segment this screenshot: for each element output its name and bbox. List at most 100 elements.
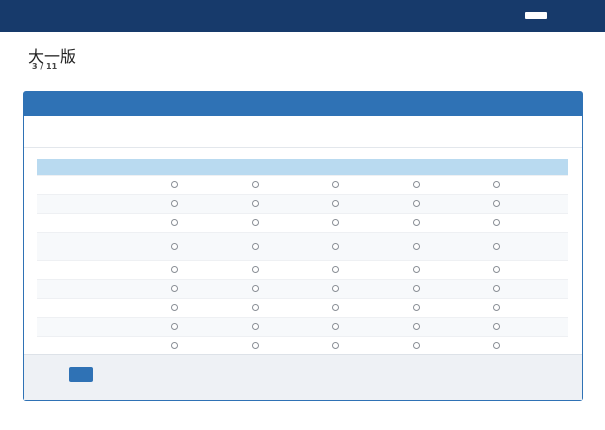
radio-circle-icon[interactable] <box>493 219 501 226</box>
option-cell <box>326 316 407 336</box>
radio-circle-icon[interactable] <box>493 304 501 311</box>
user-name-block <box>525 12 547 19</box>
radio-circle-icon[interactable] <box>332 285 340 292</box>
table-row <box>37 316 568 336</box>
progress-indicator: 3 / 11 <box>28 62 57 71</box>
radio-circle-icon[interactable] <box>171 285 178 292</box>
column-header <box>165 159 246 175</box>
radio-circle-icon[interactable] <box>412 285 420 292</box>
option-cell <box>326 174 407 194</box>
option-cell <box>165 316 246 336</box>
radio-circle-icon[interactable] <box>412 181 420 188</box>
radio-circle-icon[interactable] <box>251 266 259 273</box>
panel-header <box>24 92 582 116</box>
option-cell <box>165 278 246 298</box>
option-cell <box>487 259 568 279</box>
radio-circle-icon[interactable] <box>493 242 501 250</box>
radio-circle-icon[interactable] <box>332 323 340 330</box>
option-cell <box>165 212 246 232</box>
radio-circle-icon[interactable] <box>493 323 501 330</box>
option-cell <box>406 335 488 355</box>
row-label <box>37 297 165 317</box>
radio-circle-icon[interactable] <box>171 266 178 273</box>
radio-circle-icon[interactable] <box>412 242 420 250</box>
table-row <box>37 231 568 260</box>
option-cell <box>245 212 327 232</box>
radio-circle-icon[interactable] <box>332 266 340 273</box>
radio-circle-icon[interactable] <box>332 342 340 350</box>
option-cell <box>165 335 246 355</box>
option-cell <box>487 278 568 298</box>
option-cell <box>406 297 488 317</box>
radio-circle-icon[interactable] <box>412 219 420 226</box>
row-label <box>37 174 165 194</box>
next-button[interactable] <box>69 367 93 382</box>
option-cell <box>487 193 568 213</box>
row-label <box>37 278 165 298</box>
option-cell <box>245 335 327 355</box>
option-cell <box>406 316 488 336</box>
radio-circle-icon[interactable] <box>493 266 501 273</box>
radio-circle-icon[interactable] <box>251 285 259 292</box>
option-cell <box>245 231 327 260</box>
radio-circle-icon[interactable] <box>251 200 259 207</box>
option-cell <box>245 316 327 336</box>
option-cell <box>326 297 407 317</box>
radio-circle-icon[interactable] <box>171 219 178 226</box>
option-cell <box>326 278 407 298</box>
option-cell <box>165 174 246 194</box>
panel-footer <box>24 354 582 400</box>
radio-circle-icon[interactable] <box>171 181 178 188</box>
radio-circle-icon[interactable] <box>171 323 178 330</box>
row-label <box>37 212 165 232</box>
option-cell <box>245 174 327 194</box>
radio-circle-icon[interactable] <box>332 242 340 250</box>
option-cell <box>406 231 488 260</box>
radio-circle-icon[interactable] <box>251 323 259 330</box>
radio-circle-icon[interactable] <box>171 304 178 311</box>
row-label <box>37 259 165 279</box>
row-label <box>37 316 165 336</box>
radio-circle-icon[interactable] <box>412 323 420 330</box>
radio-circle-icon[interactable] <box>251 304 259 311</box>
radio-circle-icon[interactable] <box>171 200 178 207</box>
option-cell <box>406 278 488 298</box>
radio-circle-icon[interactable] <box>412 342 420 350</box>
radio-circle-icon[interactable] <box>251 219 259 226</box>
radio-circle-icon[interactable] <box>171 242 178 250</box>
option-cell <box>245 193 327 213</box>
row-label <box>37 193 165 213</box>
table-row <box>37 297 568 317</box>
option-cell <box>245 297 327 317</box>
radio-circle-icon[interactable] <box>493 200 501 207</box>
table-row <box>37 259 568 279</box>
option-cell <box>165 193 246 213</box>
option-cell <box>326 212 407 232</box>
radio-circle-icon[interactable] <box>412 266 420 273</box>
option-cell <box>406 212 488 232</box>
radio-circle-icon[interactable] <box>412 200 420 207</box>
column-header <box>406 159 488 175</box>
radio-circle-icon[interactable] <box>251 342 259 350</box>
radio-circle-icon[interactable] <box>171 342 178 350</box>
divider <box>24 147 582 148</box>
radio-circle-icon[interactable] <box>251 181 259 188</box>
option-cell <box>245 259 327 279</box>
table-row <box>37 278 568 298</box>
option-cell <box>487 231 568 260</box>
radio-circle-icon[interactable] <box>332 181 340 188</box>
option-cell <box>487 297 568 317</box>
radio-circle-icon[interactable] <box>251 242 259 250</box>
radio-circle-icon[interactable] <box>332 200 340 207</box>
radio-circle-icon[interactable] <box>332 304 340 311</box>
column-header <box>487 159 568 175</box>
option-cell <box>326 193 407 213</box>
radio-circle-icon[interactable] <box>412 304 420 311</box>
radio-circle-icon[interactable] <box>493 181 501 188</box>
radio-circle-icon[interactable] <box>332 219 340 226</box>
radio-circle-icon[interactable] <box>493 285 501 292</box>
option-cell <box>165 231 246 260</box>
option-cell <box>326 259 407 279</box>
option-cell <box>406 174 488 194</box>
radio-circle-icon[interactable] <box>493 342 501 350</box>
